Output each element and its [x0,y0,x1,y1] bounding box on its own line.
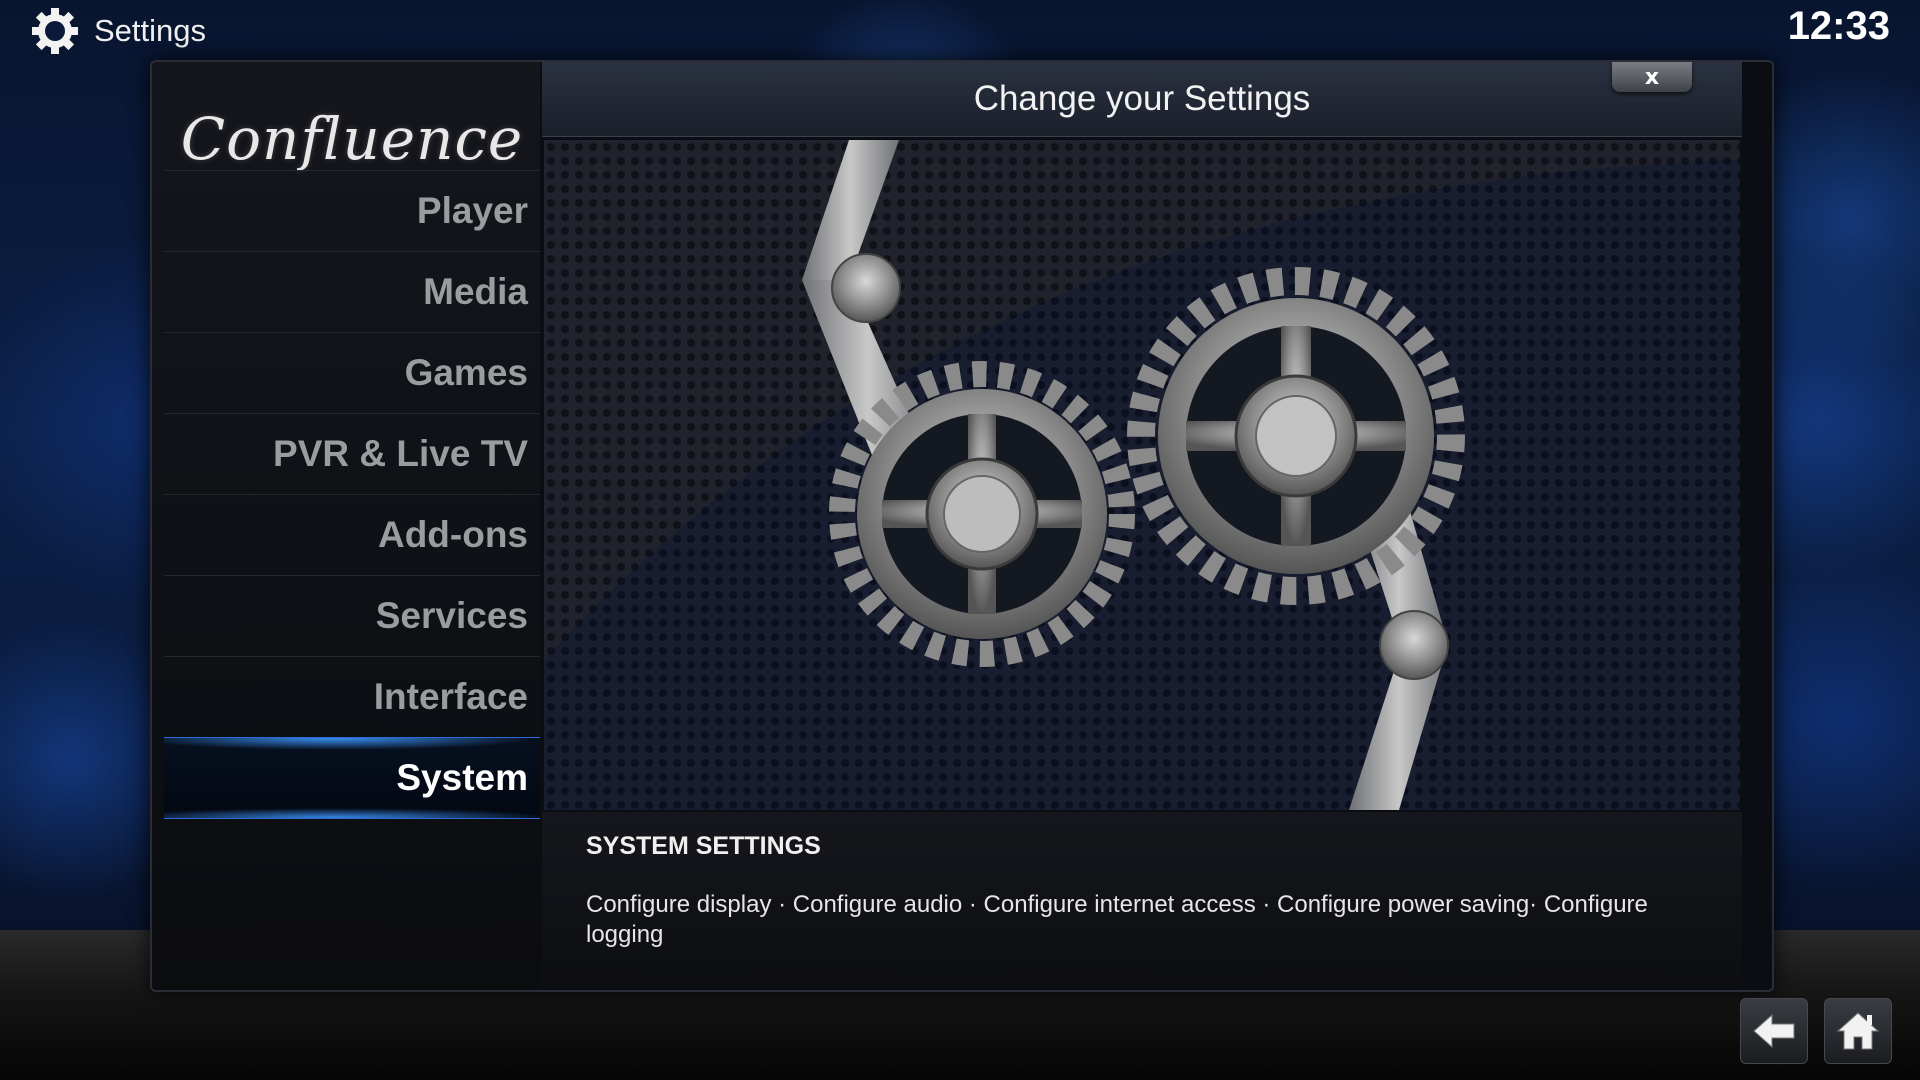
settings-window: Confluence Player Media Games PVR & Live… [150,60,1774,992]
sidebar-item-pvr-live-tv[interactable]: PVR & Live TV [164,413,540,494]
page-title: Settings [94,13,207,48]
gear-icon [32,8,78,54]
sidebar-item-games[interactable]: Games [164,332,540,413]
close-icon: x [1644,64,1660,90]
gears-illustration [544,140,1740,810]
description-body: Configure display · Configure audio · Co… [586,891,1648,948]
system-gears-artwork [544,140,1740,810]
sidebar-item-media[interactable]: Media [164,251,540,332]
settings-menu: Player Media Games PVR & Live TV Add-ons… [164,170,540,819]
sidebar: Confluence Player Media Games PVR & Live… [152,62,540,990]
close-button[interactable]: x [1612,62,1692,92]
back-arrow-icon [1753,1013,1795,1049]
dialog-title-bar: Change your Settings [542,62,1742,137]
header: Settings [30,6,206,56]
description-panel: SYSTEM SETTINGS Configure display · Conf… [542,812,1742,988]
description-heading: SYSTEM SETTINGS [586,832,821,860]
sidebar-item-services[interactable]: Services [164,575,540,656]
sidebar-item-player[interactable]: Player [164,170,540,251]
home-button[interactable] [1824,998,1892,1064]
back-button[interactable] [1740,998,1808,1064]
sidebar-item-add-ons[interactable]: Add-ons [164,494,540,575]
clock: 12:33 [1787,4,1890,48]
dialog-title: Change your Settings [973,79,1311,118]
home-icon [1836,1012,1880,1050]
sidebar-item-interface[interactable]: Interface [164,656,540,737]
sidebar-item-system[interactable]: System [164,737,540,819]
